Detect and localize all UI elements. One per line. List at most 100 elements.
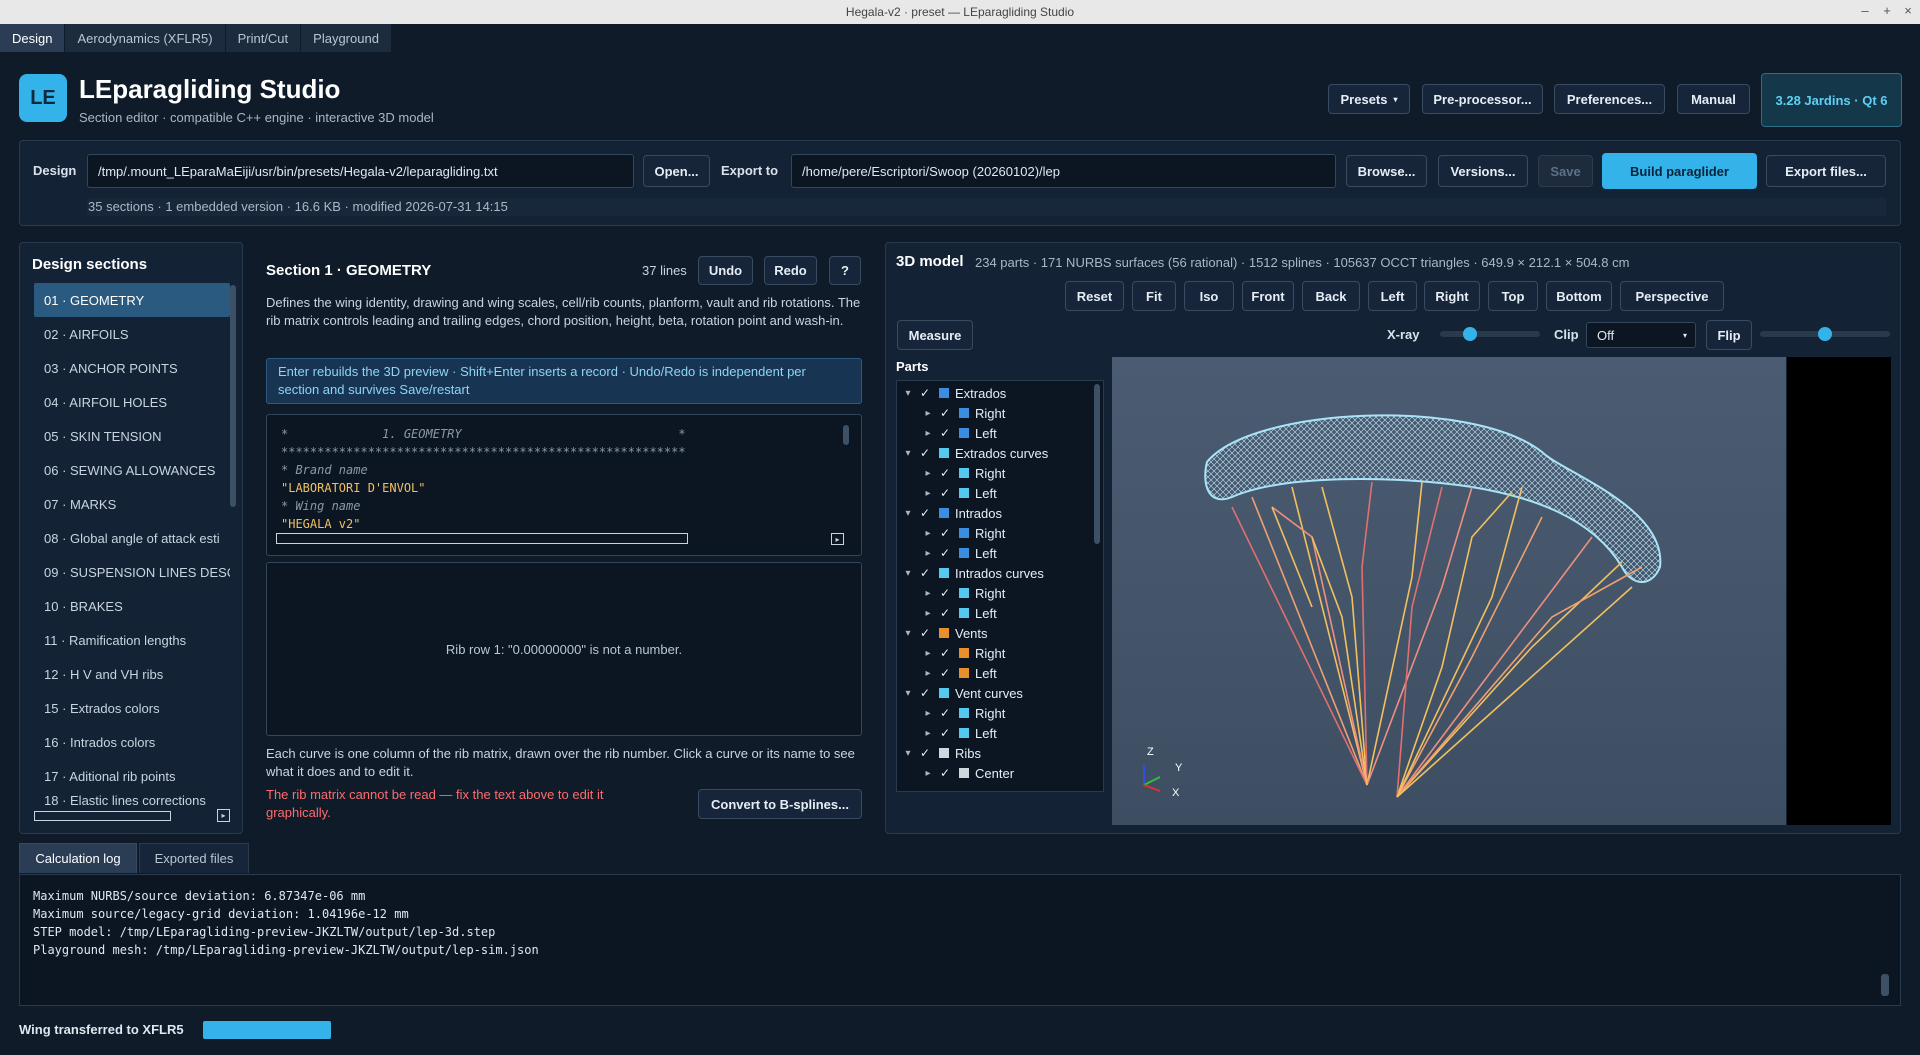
section-item[interactable]: 01 · GEOMETRY	[34, 283, 230, 317]
visibility-checkbox[interactable]: ✓	[918, 386, 932, 400]
rib-matrix-view[interactable]: Rib row 1: "0.00000000" is not a number.	[266, 562, 862, 736]
tree-group[interactable]: ▾ ✓ Intrados	[901, 503, 1002, 523]
section-item[interactable]: 11 · Ramification lengths	[34, 623, 230, 657]
visibility-checkbox[interactable]: ✓	[938, 606, 952, 620]
parts-tree[interactable]: ▾ ✓ Extrados ▸ ✓ Right ▸ ✓ Left ▾ ✓ Extrados curves…	[896, 380, 1104, 792]
tab-calculation-log[interactable]: Calculation log	[19, 843, 137, 873]
tab-playground[interactable]: Playground	[301, 24, 392, 52]
help-button[interactable]: ?	[829, 256, 861, 285]
visibility-checkbox[interactable]: ✓	[938, 526, 952, 540]
tree-group[interactable]: ▾ ✓ Extrados curves	[901, 443, 1048, 463]
view-fit-button[interactable]: Fit	[1132, 281, 1176, 311]
tree-item[interactable]: ▸ ✓ Right	[921, 583, 1005, 603]
sections-scrollbar[interactable]	[230, 285, 236, 507]
tree-item[interactable]: ▸ ✓ Left	[921, 423, 996, 443]
view-reset-button[interactable]: Reset	[1065, 281, 1124, 311]
tree-group[interactable]: ▾ ✓ Vents	[901, 623, 987, 643]
section-item[interactable]: 04 · AIRFOIL HOLES	[34, 385, 230, 419]
visibility-checkbox[interactable]: ✓	[938, 646, 952, 660]
chevron-down-icon[interactable]: ▾	[901, 628, 915, 639]
clip-select[interactable]: Off ▾	[1586, 322, 1696, 348]
tree-item[interactable]: ▸ ✓ Left	[921, 603, 996, 623]
chevron-right-icon[interactable]: ▸	[921, 468, 935, 479]
tab-aerodynamics[interactable]: Aerodynamics (XFLR5)	[65, 24, 226, 52]
code-scrollbar[interactable]	[843, 425, 849, 445]
chevron-down-icon[interactable]: ▾	[901, 568, 915, 579]
chevron-right-icon[interactable]: ▸	[921, 728, 935, 739]
visibility-checkbox[interactable]: ✓	[918, 686, 932, 700]
clip-slider-knob[interactable]	[1818, 327, 1832, 341]
tree-item[interactable]: ▸ ✓ Left	[921, 663, 996, 683]
view-top-button[interactable]: Top	[1488, 281, 1538, 311]
versions-button[interactable]: Versions...	[1438, 155, 1528, 187]
visibility-checkbox[interactable]: ✓	[938, 486, 952, 500]
visibility-checkbox[interactable]: ✓	[938, 466, 952, 480]
undo-button[interactable]: Undo	[698, 256, 753, 285]
minimize-icon[interactable]: –	[1858, 3, 1872, 19]
visibility-checkbox[interactable]: ✓	[938, 706, 952, 720]
chevron-right-icon[interactable]: ▸	[921, 528, 935, 539]
chevron-right-icon[interactable]: ▸	[921, 608, 935, 619]
view-bottom-button[interactable]: Bottom	[1546, 281, 1612, 311]
3d-viewport[interactable]	[1112, 357, 1786, 825]
measure-button[interactable]: Measure	[897, 320, 973, 350]
view-right-button[interactable]: Right	[1424, 281, 1480, 311]
export-path-field[interactable]: /home/pere/Escriptori/Swoop (20260102)/l…	[791, 154, 1336, 188]
log-scrollbar[interactable]	[1881, 974, 1889, 996]
chevron-down-icon[interactable]: ▾	[901, 748, 915, 759]
xray-slider-track[interactable]	[1440, 331, 1540, 337]
tab-design[interactable]: Design	[0, 24, 66, 52]
section-item[interactable]: 12 · H V and VH ribs	[34, 657, 230, 691]
build-paraglider-button[interactable]: Build paraglider	[1602, 153, 1757, 189]
visibility-checkbox[interactable]: ✓	[918, 446, 932, 460]
preprocessor-button[interactable]: Pre-processor...	[1422, 84, 1543, 114]
section-item[interactable]: 10 · BRAKES	[34, 589, 230, 623]
chevron-right-icon[interactable]: ▸	[921, 488, 935, 499]
section-item[interactable]: 03 · ANCHOR POINTS	[34, 351, 230, 385]
code-hscrollbar[interactable]	[276, 533, 688, 544]
chevron-right-icon[interactable]: ▸	[921, 668, 935, 679]
close-icon[interactable]: ×	[1901, 3, 1915, 19]
chevron-down-icon[interactable]: ▾	[901, 388, 915, 399]
design-path-field[interactable]: /tmp/.mount_LEparaMaEiji/usr/bin/presets…	[87, 154, 634, 188]
tree-item[interactable]: ▸ ✓ Left	[921, 723, 996, 743]
view-front-button[interactable]: Front	[1242, 281, 1294, 311]
resize-grip-icon[interactable]: ▸	[217, 809, 230, 822]
tree-item[interactable]: ▸ ✓ Right	[921, 523, 1005, 543]
visibility-checkbox[interactable]: ✓	[918, 626, 932, 640]
section-item[interactable]: 05 · SKIN TENSION	[34, 419, 230, 453]
visibility-checkbox[interactable]: ✓	[938, 546, 952, 560]
tree-item[interactable]: ▸ ✓ Left	[921, 483, 996, 503]
tab-exported-files[interactable]: Exported files	[139, 843, 249, 873]
redo-button[interactable]: Redo	[764, 256, 817, 285]
section-item[interactable]: 08 · Global angle of attack esti	[34, 521, 230, 555]
view-left-button[interactable]: Left	[1368, 281, 1417, 311]
section-item[interactable]: 06 · SEWING ALLOWANCES	[34, 453, 230, 487]
view-iso-button[interactable]: Iso	[1184, 281, 1234, 311]
maximize-icon[interactable]: +	[1880, 3, 1894, 19]
section-item[interactable]: 18 · Elastic lines corrections	[34, 793, 230, 807]
xray-slider-knob[interactable]	[1463, 327, 1477, 341]
visibility-checkbox[interactable]: ✓	[918, 506, 932, 520]
visibility-checkbox[interactable]: ✓	[938, 766, 952, 780]
visibility-checkbox[interactable]: ✓	[918, 566, 932, 580]
tree-item[interactable]: ▸ ✓ Right	[921, 463, 1005, 483]
section-item[interactable]: 02 · AIRFOILS	[34, 317, 230, 351]
section-item[interactable]: 09 · SUSPENSION LINES DESCR	[34, 555, 230, 589]
chevron-right-icon[interactable]: ▸	[921, 708, 935, 719]
chevron-right-icon[interactable]: ▸	[921, 588, 935, 599]
tree-group[interactable]: ▾ ✓ Intrados curves	[901, 563, 1043, 583]
chevron-down-icon[interactable]: ▾	[901, 448, 915, 459]
visibility-checkbox[interactable]: ✓	[938, 406, 952, 420]
save-button[interactable]: Save	[1538, 155, 1593, 187]
view-back-button[interactable]: Back	[1302, 281, 1360, 311]
chevron-right-icon[interactable]: ▸	[921, 648, 935, 659]
chevron-right-icon[interactable]: ▸	[921, 768, 935, 779]
visibility-checkbox[interactable]: ✓	[938, 586, 952, 600]
section-item[interactable]: 07 · MARKS	[34, 487, 230, 521]
export-files-button[interactable]: Export files...	[1766, 155, 1886, 187]
visibility-checkbox[interactable]: ✓	[938, 666, 952, 680]
tree-item[interactable]: ▸ ✓ Center	[921, 763, 1014, 783]
resize-grip-icon[interactable]: ▸	[831, 533, 844, 545]
visibility-checkbox[interactable]: ✓	[918, 746, 932, 760]
